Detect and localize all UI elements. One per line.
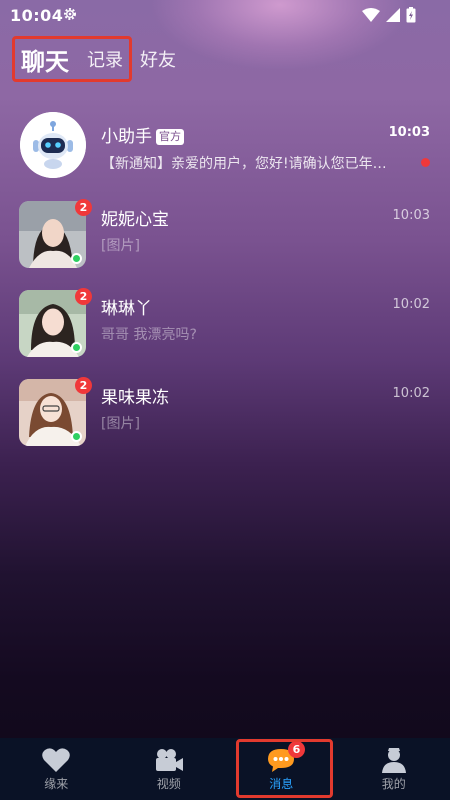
video-camera-icon	[155, 748, 183, 771]
chat-preview: 【新通知】亲爱的用户，您好!请确认您已年…	[101, 156, 387, 172]
tab-records[interactable]: 记录	[87, 46, 123, 72]
nav-label: 视频	[156, 776, 181, 791]
battery-charging-icon	[406, 7, 416, 23]
chat-preview: 哥哥 我漂亮吗?	[101, 327, 197, 343]
nav-item-mine[interactable]: 我的	[338, 738, 450, 800]
chat-preview: [图片]	[101, 416, 140, 432]
online-indicator	[71, 431, 82, 442]
chat-time: 10:03	[392, 208, 430, 223]
bottom-nav: 缘来 视频 6 消息 我的	[0, 738, 450, 800]
avatar-wrap: 2	[19, 288, 92, 357]
nav-label: 缘来	[44, 776, 69, 791]
unread-badge: 2	[75, 377, 92, 394]
signal-icon	[386, 8, 400, 22]
profile-icon	[381, 747, 406, 773]
nav-item-messages[interactable]: 6 消息	[225, 738, 338, 800]
tab-highlight-box: 聊天 记录	[12, 36, 132, 82]
avatar-wrap: 2	[19, 377, 92, 446]
robot-icon	[20, 112, 86, 178]
chat-item[interactable]: 2 琳琳丫 10:02 哥哥 我漂亮吗?	[0, 288, 450, 379]
avatar-wrap: 2	[19, 199, 92, 268]
chat-name: 小助手 官方	[101, 122, 184, 147]
chat-name: 琳琳丫	[101, 299, 152, 319]
chat-time: 10:02	[392, 386, 430, 401]
nav-label: 我的	[381, 776, 406, 791]
chat-preview: [图片]	[101, 238, 140, 254]
unread-badge: 2	[75, 288, 92, 305]
chat-time: 10:03	[388, 125, 430, 140]
unread-dot	[421, 158, 430, 167]
heart-icon	[42, 747, 71, 772]
nav-item-yuanlai[interactable]: 缘来	[0, 738, 113, 800]
assistant-robot-avatar	[20, 112, 86, 178]
top-tabs: 聊天 记录 好友	[12, 36, 176, 82]
tab-chat[interactable]: 聊天	[21, 42, 69, 77]
chat-item[interactable]: 2 妮妮心宝 10:03 [图片]	[0, 199, 450, 290]
official-tag: 官方	[156, 129, 184, 145]
chat-name: 妮妮心宝	[101, 210, 169, 230]
status-icons	[362, 7, 416, 23]
online-indicator	[71, 253, 82, 264]
chat-name: 果味果冻	[101, 388, 169, 408]
online-indicator	[71, 342, 82, 353]
chat-item[interactable]: 2 果味果冻 10:02 [图片]	[0, 377, 450, 468]
chat-item-assistant[interactable]: 小助手 官方 10:03 【新通知】亲爱的用户，您好!请确认您已年…	[0, 108, 450, 196]
status-time: 10:04	[10, 6, 64, 25]
messages-badge: 6	[288, 741, 305, 758]
chat-time: 10:02	[392, 297, 430, 312]
wifi-icon	[362, 8, 380, 22]
unread-badge: 2	[75, 199, 92, 216]
nav-item-video[interactable]: 视频	[113, 738, 226, 800]
settings-gear-icon	[64, 8, 76, 20]
chat-name-text: 小助手	[101, 127, 152, 147]
status-bar: 10:04	[0, 0, 450, 32]
tab-friends[interactable]: 好友	[140, 46, 176, 72]
chat-list: 小助手 官方 10:03 【新通知】亲爱的用户，您好!请确认您已年… 2 妮妮心宝…	[0, 108, 450, 468]
nav-label: 消息	[269, 776, 294, 791]
